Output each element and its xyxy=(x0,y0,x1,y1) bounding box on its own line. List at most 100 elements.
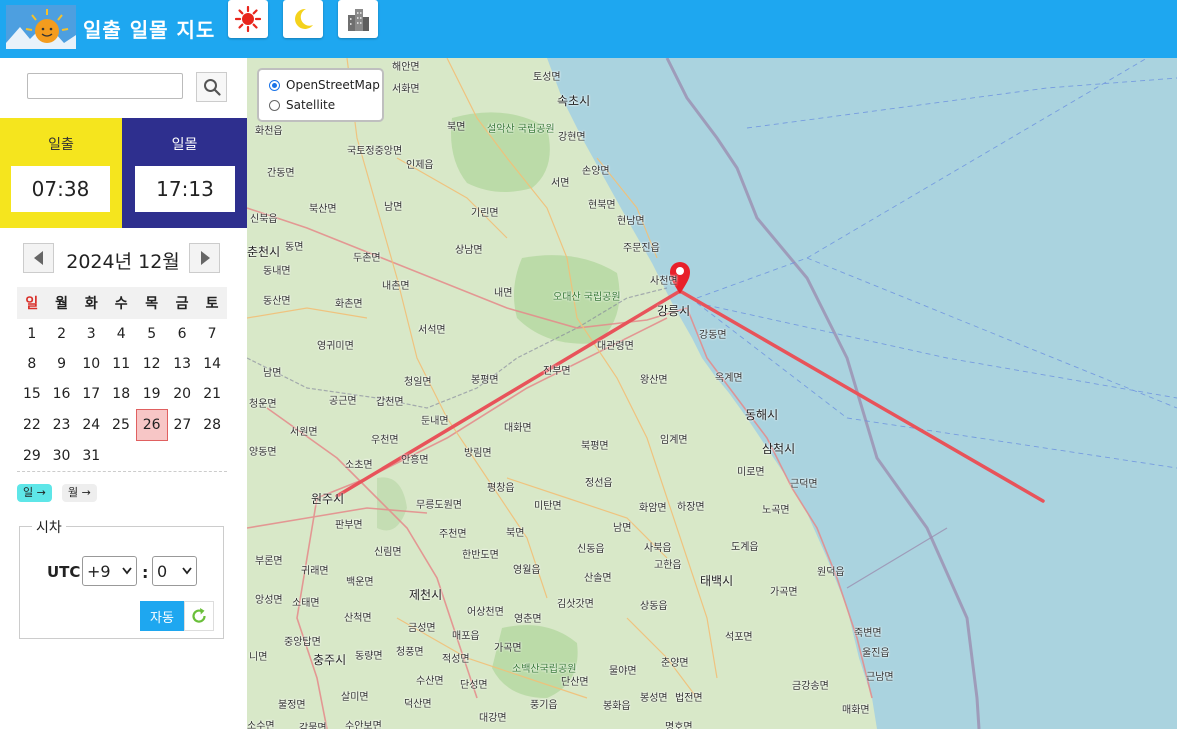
layer-control: OpenStreetMap Satellite xyxy=(257,68,384,122)
refresh-button[interactable] xyxy=(184,601,214,631)
map-label: 수산면 xyxy=(416,676,444,687)
map-label: 둔내면 xyxy=(421,416,449,427)
search-button[interactable] xyxy=(196,72,227,102)
map-label: 서석면 xyxy=(418,325,446,336)
map-label: 주문진읍 xyxy=(623,243,660,254)
timezone-minutes-select[interactable]: 0 xyxy=(152,556,197,586)
calendar-day[interactable]: 17 xyxy=(76,379,106,410)
layer-option-satellite[interactable]: Satellite xyxy=(269,98,335,112)
map-label: 춘양면 xyxy=(661,658,689,669)
calendar-day[interactable]: 30 xyxy=(47,441,77,472)
map-label: 부론면 xyxy=(255,556,283,567)
calendar-day[interactable]: 10 xyxy=(76,349,106,379)
calendar-day[interactable]: 2 xyxy=(47,319,77,349)
calendar-day[interactable]: 28 xyxy=(197,410,227,441)
map-label: 대강면 xyxy=(479,713,507,724)
map-label: 남면 xyxy=(263,368,282,379)
prev-month-button[interactable] xyxy=(23,243,54,273)
map-label: 하장면 xyxy=(677,502,705,513)
map-label: 안흥면 xyxy=(401,455,429,466)
map-label: 김삿갓면 xyxy=(557,599,594,610)
timezone-hours-value: +9 xyxy=(87,561,111,581)
map-label: 석포면 xyxy=(725,632,753,643)
map-label: 갑천면 xyxy=(376,397,404,408)
calendar-day[interactable]: 29 xyxy=(17,441,47,472)
calendar-day[interactable]: 25 xyxy=(106,410,136,441)
timezone-hours-select[interactable]: +9 xyxy=(82,556,137,586)
map-label: 인제읍 xyxy=(406,160,434,171)
map-label: 청일면 xyxy=(404,377,432,388)
next-month-button[interactable] xyxy=(189,243,220,273)
map-label: 두촌면 xyxy=(353,253,381,264)
map-label: 울진읍 xyxy=(862,648,890,659)
calendar-day[interactable]: 22 xyxy=(17,410,47,441)
calendar-week: 1 2 3 4 5 6 7 xyxy=(17,319,227,349)
calendar-day[interactable]: 14 xyxy=(197,349,227,379)
calendar-day[interactable]: 15 xyxy=(17,379,47,410)
calendar-day[interactable]: 9 xyxy=(47,349,77,379)
calendar-day[interactable]: 8 xyxy=(17,349,47,379)
building-mode-button[interactable] xyxy=(338,0,378,38)
map-label: 소태면 xyxy=(292,598,320,609)
calendar-day[interactable]: 13 xyxy=(167,349,197,379)
map-label: 남면 xyxy=(613,523,632,534)
map-label: 서화면 xyxy=(392,84,420,95)
app-header: 일출 일몰 지도 xyxy=(0,0,1177,58)
next-day-button[interactable]: 일 → xyxy=(17,484,52,502)
map-label: 판부면 xyxy=(335,520,363,531)
calendar-day-selected[interactable]: 26 xyxy=(135,409,168,441)
calendar-day[interactable]: 19 xyxy=(136,379,167,410)
map-label: 살미면 xyxy=(341,692,369,703)
map-label: 영귀미면 xyxy=(317,341,354,352)
calendar-day[interactable]: 6 xyxy=(167,319,197,349)
moon-icon xyxy=(295,8,313,29)
map-label: 소수면 xyxy=(247,721,275,729)
auto-timezone-button[interactable]: 자동 xyxy=(140,601,184,631)
calendar-day[interactable]: 23 xyxy=(47,410,77,441)
next-month-step-button[interactable]: 월 → xyxy=(62,484,97,502)
layer-label: OpenStreetMap xyxy=(286,78,380,92)
sunrise-panel: 일출 07:38 xyxy=(0,118,122,228)
map-label: 내면 xyxy=(494,288,513,299)
map-label: 근남면 xyxy=(866,672,894,683)
calendar-day[interactable]: 5 xyxy=(136,319,167,349)
search-input[interactable] xyxy=(27,73,183,99)
map-label: 청풍면 xyxy=(396,647,424,658)
map-label: 현남면 xyxy=(617,216,645,227)
calendar-day[interactable]: 3 xyxy=(76,319,106,349)
weekday-row: 일 월 화 수 목 금 토 xyxy=(17,287,227,319)
map-view[interactable]: 해안면 토성면 서화면 속초시 화천읍 북면 설악산 국립공원 강현면 국토정중… xyxy=(247,58,1177,729)
map-label: 우천면 xyxy=(371,435,399,446)
calendar-month-label: 2024년 12월 xyxy=(66,251,180,273)
map-label: 미탄면 xyxy=(534,501,562,512)
moon-mode-button[interactable] xyxy=(283,0,323,38)
map-label: 상동읍 xyxy=(640,601,668,612)
map-label: 토성면 xyxy=(533,72,561,83)
calendar-day[interactable]: 20 xyxy=(167,379,197,410)
sun-mode-button[interactable] xyxy=(228,0,268,38)
calendar-day[interactable]: 16 xyxy=(47,379,77,410)
calendar-day[interactable]: 24 xyxy=(76,410,106,441)
map-label: 양동면 xyxy=(249,447,277,458)
layer-option-openstreetmap[interactable]: OpenStreetMap xyxy=(269,78,380,92)
calendar-day[interactable]: 1 xyxy=(17,319,47,349)
calendar-day[interactable]: 27 xyxy=(167,410,197,441)
chevron-down-icon xyxy=(122,567,132,575)
calendar-day[interactable]: 12 xyxy=(136,349,167,379)
map-label: 단성면 xyxy=(460,680,488,691)
map-label: 적성면 xyxy=(442,654,470,665)
timezone-legend: 시차 xyxy=(32,517,66,537)
app-logo[interactable] xyxy=(6,5,76,49)
map-label: 물야면 xyxy=(609,666,637,677)
calendar-day[interactable]: 21 xyxy=(197,379,227,410)
map-label: 고한읍 xyxy=(654,560,682,571)
calendar-day[interactable]: 31 xyxy=(76,441,106,472)
map-label: 충주시 xyxy=(313,653,347,667)
calendar-day[interactable]: 4 xyxy=(106,319,136,349)
calendar-day[interactable]: 11 xyxy=(106,349,136,379)
calendar-day[interactable]: 18 xyxy=(106,379,136,410)
map-label: 방림면 xyxy=(464,448,492,459)
weekday-header: 화 xyxy=(76,287,107,319)
map-label: 설악산 국립공원 xyxy=(487,124,555,135)
calendar-day[interactable]: 7 xyxy=(197,319,227,349)
